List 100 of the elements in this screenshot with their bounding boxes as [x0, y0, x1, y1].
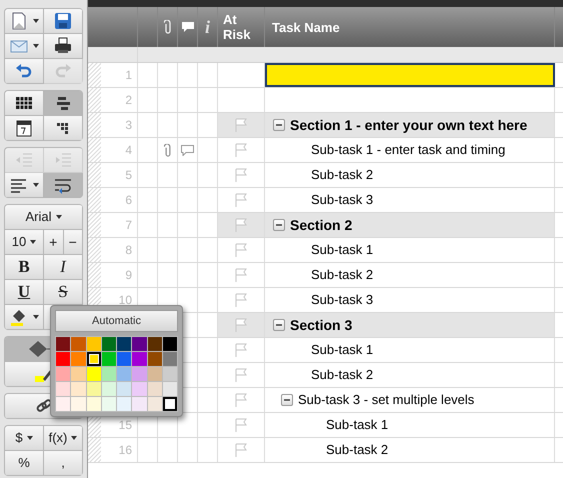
- save-button[interactable]: [44, 9, 83, 34]
- color-swatch[interactable]: [102, 382, 116, 396]
- color-swatch[interactable]: [117, 397, 132, 411]
- row-handle[interactable]: [88, 63, 101, 87]
- color-swatch[interactable]: [132, 397, 146, 411]
- format-button[interactable]: %: [5, 451, 44, 476]
- color-swatch[interactable]: [56, 352, 70, 366]
- row-handle[interactable]: [88, 88, 101, 112]
- format-button[interactable]: I: [44, 255, 83, 280]
- color-swatch[interactable]: [117, 352, 132, 366]
- color-swatch[interactable]: [148, 367, 162, 381]
- flag-icon[interactable]: [235, 418, 247, 432]
- undo-button[interactable]: [5, 59, 44, 84]
- color-swatch[interactable]: [71, 382, 86, 396]
- row-handle[interactable]: [88, 163, 101, 187]
- color-swatch[interactable]: [162, 367, 177, 381]
- row-handle[interactable]: [88, 438, 101, 462]
- format-button[interactable]: +: [44, 230, 64, 255]
- print-button[interactable]: [44, 34, 83, 59]
- flag-icon[interactable]: [235, 143, 247, 157]
- color-swatch[interactable]: [148, 397, 162, 411]
- column-header[interactable]: At Risk: [223, 12, 261, 42]
- collapse-toggle[interactable]: [273, 119, 285, 131]
- collapse-toggle[interactable]: [281, 394, 293, 406]
- automatic-button[interactable]: Automatic: [55, 310, 178, 332]
- color-swatch[interactable]: [132, 337, 146, 351]
- row-handle[interactable]: [88, 263, 101, 287]
- flag-icon[interactable]: [235, 443, 247, 457]
- gantt-button[interactable]: [44, 91, 83, 116]
- column-header[interactable]: Task Name: [272, 20, 340, 34]
- task-name-cell[interactable]: Section 3: [265, 313, 555, 337]
- color-swatch[interactable]: [71, 337, 86, 351]
- color-swatch[interactable]: [162, 337, 177, 351]
- color-swatch[interactable]: [86, 352, 101, 366]
- color-swatch[interactable]: [132, 352, 146, 366]
- grid-button[interactable]: [5, 91, 44, 116]
- format-button[interactable]: Arial: [5, 205, 83, 230]
- color-swatch[interactable]: [102, 352, 116, 366]
- color-swatch[interactable]: [117, 367, 132, 381]
- comment-icon[interactable]: [181, 144, 194, 156]
- color-swatch[interactable]: [71, 352, 86, 366]
- format-button[interactable]: $: [5, 426, 44, 451]
- color-swatch[interactable]: [162, 382, 177, 396]
- format-button[interactable]: ,: [44, 451, 83, 476]
- task-name-cell[interactable]: Section 1 - enter your own text here: [265, 113, 555, 137]
- color-swatch[interactable]: [102, 367, 116, 381]
- calendar-button[interactable]: [5, 116, 44, 141]
- color-swatch[interactable]: [162, 352, 177, 366]
- color-swatch[interactable]: [86, 367, 101, 381]
- color-swatch[interactable]: [71, 397, 86, 411]
- format-button[interactable]: f(x): [44, 426, 83, 451]
- format-button[interactable]: B: [5, 255, 44, 280]
- row-handle[interactable]: [88, 213, 101, 237]
- color-swatch[interactable]: [56, 367, 70, 381]
- format-button[interactable]: −: [64, 230, 83, 255]
- flag-icon[interactable]: [235, 318, 247, 332]
- flag-icon[interactable]: [235, 268, 247, 282]
- row-handle[interactable]: [88, 238, 101, 262]
- color-swatch[interactable]: [56, 382, 70, 396]
- flag-icon[interactable]: [235, 343, 247, 357]
- flag-icon[interactable]: [235, 368, 247, 382]
- collapse-toggle[interactable]: [273, 219, 285, 231]
- color-swatch[interactable]: [148, 352, 162, 366]
- color-swatch[interactable]: [102, 397, 116, 411]
- collapse-toggle[interactable]: [273, 319, 285, 331]
- fill-button[interactable]: [5, 305, 44, 330]
- task-name-cell[interactable]: [265, 63, 555, 87]
- color-swatch[interactable]: [102, 337, 116, 351]
- color-swatch[interactable]: [86, 382, 101, 396]
- cards-button[interactable]: [44, 116, 83, 141]
- flag-icon[interactable]: [235, 193, 247, 207]
- flag-icon[interactable]: [235, 243, 247, 257]
- color-swatch[interactable]: [162, 397, 177, 411]
- color-swatch[interactable]: [86, 397, 101, 411]
- row-handle[interactable]: [88, 138, 101, 162]
- color-swatch[interactable]: [56, 397, 70, 411]
- flag-icon[interactable]: [235, 218, 247, 232]
- row-handle[interactable]: [88, 113, 101, 137]
- format-button[interactable]: S: [44, 280, 83, 305]
- color-swatch[interactable]: [117, 382, 132, 396]
- color-swatch[interactable]: [132, 382, 146, 396]
- color-swatch[interactable]: [148, 337, 162, 351]
- flag-icon[interactable]: [235, 293, 247, 307]
- flag-icon[interactable]: [235, 118, 247, 132]
- flag-icon[interactable]: [235, 168, 247, 182]
- color-swatch[interactable]: [56, 337, 70, 351]
- paperclip-icon[interactable]: [164, 144, 172, 156]
- wrap-button[interactable]: [44, 173, 83, 198]
- new-button[interactable]: [5, 9, 44, 34]
- row-handle[interactable]: [88, 188, 101, 212]
- color-swatch[interactable]: [148, 382, 162, 396]
- color-swatch[interactable]: [132, 367, 146, 381]
- color-swatch[interactable]: [117, 337, 132, 351]
- color-swatch[interactable]: [86, 337, 101, 351]
- flag-icon[interactable]: [235, 393, 247, 407]
- task-name-cell[interactable]: Section 2: [265, 213, 555, 237]
- align-button[interactable]: [5, 173, 44, 198]
- format-button[interactable]: U: [5, 280, 44, 305]
- color-swatch[interactable]: [71, 367, 86, 381]
- format-button[interactable]: 10: [5, 230, 44, 255]
